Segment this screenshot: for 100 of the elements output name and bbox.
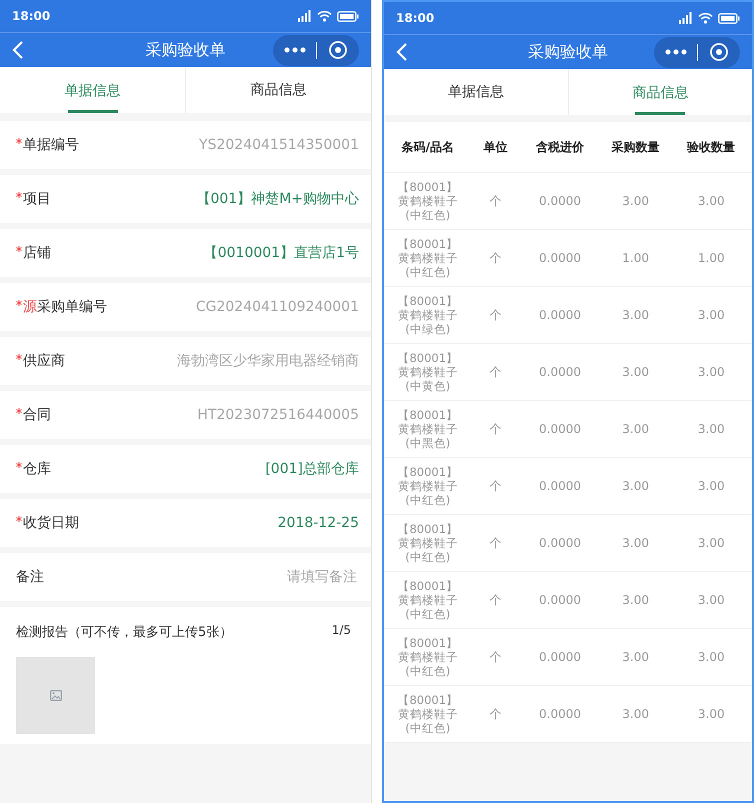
product-spec: (中红色)	[405, 265, 450, 279]
signal-icon	[298, 10, 312, 22]
wifi-icon	[698, 12, 713, 24]
table-cell-text: 3.00	[696, 365, 726, 379]
table-cell-text: 个	[488, 478, 502, 494]
field-value: 2018-12-25	[278, 515, 359, 531]
upload-count: 1/5	[332, 623, 351, 639]
column-header: 条码/品名	[400, 138, 455, 156]
product-code: 【80001】	[397, 294, 458, 308]
table-cell-text: 3.00	[621, 422, 650, 436]
more-icon[interactable]	[665, 49, 688, 55]
field-label: 店铺	[23, 244, 51, 262]
product-code: 【80001】	[397, 579, 458, 593]
column-header: 验收数量	[686, 138, 736, 156]
product-name: 黄鹤楼鞋子	[398, 536, 458, 550]
back-icon[interactable]	[12, 40, 24, 60]
product-code: 【80001】	[397, 636, 458, 650]
field-value: YS2024041514350001	[199, 137, 359, 153]
column-header: 单位	[482, 138, 508, 156]
column-header: 含税进价	[535, 138, 586, 156]
form-row[interactable]: 店铺 【0010001】直营店1号	[0, 229, 371, 277]
product-name: 黄鹤楼鞋子	[398, 650, 458, 664]
form-row[interactable]: 备注 请填写备注	[0, 553, 371, 601]
product-name: 黄鹤楼鞋子	[398, 251, 458, 265]
field-value: 【001】神楚M+购物中心	[196, 190, 359, 208]
battery-icon	[337, 10, 359, 22]
field-label: 项目	[23, 190, 51, 208]
upload-label: 检测报告（可不传，最多可上传5张）	[16, 624, 232, 641]
table-cell-text: 个	[488, 306, 502, 324]
product-spec: (中红色)	[405, 550, 450, 564]
table-cell-text: 3.00	[621, 194, 650, 208]
table-cell-text: 3.00	[696, 536, 726, 550]
more-icon[interactable]	[284, 47, 306, 53]
table-cell-text: 0.0000	[538, 422, 582, 436]
status-time: 18:00	[12, 9, 50, 23]
product-spec: (中黑色)	[405, 436, 450, 450]
form-row[interactable]: 源采购单编号 CG2024041109240001	[0, 283, 371, 331]
table-cell-text: 0.0000	[538, 308, 582, 322]
table-cell-text: 0.0000	[538, 194, 582, 208]
table-cell-text: 3.00	[696, 308, 726, 322]
field-value: HT2023072516440005	[197, 407, 359, 423]
field-value: 海勃湾区少华家用电器经销商	[177, 352, 359, 370]
table-cell-text: 3.00	[621, 650, 650, 664]
field-label: 仓库	[23, 460, 51, 478]
table-cell-text: 3.00	[621, 365, 650, 379]
page-title: 采购验收单	[527, 42, 609, 62]
table-cell-text: 3.00	[696, 707, 726, 721]
form-row[interactable]: 收货日期 2018-12-25	[0, 499, 371, 547]
form-row[interactable]: 单据编号 YS2024041514350001	[0, 121, 371, 169]
product-spec: (中黄色)	[405, 379, 450, 393]
table-cell-text: 个	[488, 534, 502, 552]
table-cell-text: 3.00	[696, 650, 726, 664]
wifi-icon	[317, 10, 332, 22]
form-row[interactable]: 仓库 [001]总部仓库	[0, 445, 371, 493]
table-cell-text: 个	[488, 420, 502, 438]
field-label: 收货日期	[23, 514, 79, 532]
table-cell-text: 0.0000	[538, 707, 582, 721]
product-name: 黄鹤楼鞋子	[398, 422, 458, 436]
table-cell-text: 个	[488, 364, 502, 380]
product-name: 黄鹤楼鞋子	[398, 479, 458, 493]
back-icon[interactable]	[396, 42, 408, 62]
table-cell-text: 3.00	[696, 593, 726, 607]
table-cell-text: 个	[488, 192, 502, 210]
table-cell-text: 个	[488, 592, 502, 608]
field-label: 备注	[16, 568, 44, 586]
product-name: 黄鹤楼鞋子	[398, 593, 458, 607]
product-spec: (中红色)	[405, 493, 450, 507]
product-name: 黄鹤楼鞋子	[398, 308, 458, 322]
table-cell-text: 3.00	[621, 536, 650, 550]
table-cell-text: 3.00	[621, 707, 650, 721]
battery-icon	[718, 12, 740, 24]
product-spec: (中红色)	[405, 208, 450, 222]
product-code: 【80001】	[397, 408, 458, 422]
table-cell-text: 3.00	[621, 479, 650, 493]
field-label: 采购单编号	[37, 298, 107, 316]
product-spec: (中绿色)	[405, 322, 450, 336]
field-label: 供应商	[23, 352, 65, 370]
column-header: 采购数量	[610, 138, 661, 156]
product-spec: (中红色)	[405, 721, 450, 735]
field-label: 单据编号	[23, 136, 79, 154]
field-value: CG2024041109240001	[196, 299, 359, 315]
product-name: 黄鹤楼鞋子	[398, 707, 458, 721]
form-row[interactable]: 供应商 海勃湾区少华家用电器经销商	[0, 337, 371, 385]
table-cell-text: 个	[488, 648, 502, 666]
product-code: 【80001】	[397, 522, 458, 536]
form-row[interactable]: 项目 【001】神楚M+购物中心	[0, 175, 371, 223]
table-cell-text: 0.0000	[538, 650, 582, 664]
product-spec: (中红色)	[405, 607, 450, 621]
target-icon[interactable]	[328, 40, 348, 60]
status-time: 18:00	[396, 11, 434, 25]
table-cell-text: 0.0000	[538, 536, 582, 550]
table-cell-text: 0.0000	[538, 365, 582, 379]
table-cell-text: 3.00	[696, 194, 726, 208]
form-row[interactable]: 合同 HT2023072516440005	[0, 391, 371, 439]
table-cell-text: 3.00	[621, 593, 650, 607]
remark-field[interactable]: 请填写备注	[205, 568, 359, 586]
field-value: [001]总部仓库	[265, 460, 359, 478]
product-spec: (中红色)	[405, 664, 450, 678]
target-icon[interactable]	[708, 42, 729, 62]
image-thumbnail[interactable]	[16, 657, 95, 734]
